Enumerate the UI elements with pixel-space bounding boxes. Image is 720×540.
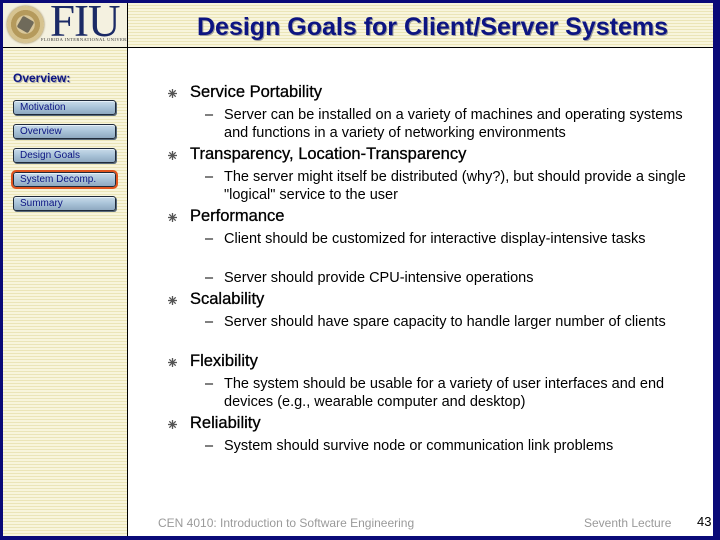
asterisk-bullet-icon — [168, 89, 177, 98]
asterisk-bullet-icon — [168, 296, 177, 305]
slide-content: Service Portability – Server can be inst… — [128, 48, 713, 536]
slide-frame: FIU FLORIDA INTERNATIONAL UNIVERSITY Des… — [0, 0, 720, 540]
fiu-logo: FIU FLORIDA INTERNATIONAL UNIVERSITY — [3, 3, 128, 47]
sidebar-item-system-decomp[interactable]: System Decomp. — [11, 170, 118, 189]
footer-course: CEN 4010: Introduction to Software Engin… — [158, 516, 415, 530]
dash-bullet-icon: – — [205, 438, 214, 454]
item-detail: System should survive node or communicat… — [224, 438, 614, 454]
dash-bullet-icon: – — [205, 169, 214, 185]
sidebar-item-overview[interactable]: Overview — [13, 124, 116, 139]
asterisk-bullet-icon — [168, 151, 177, 160]
item-detail: The server might itself be distributed (… — [224, 169, 686, 203]
item-detail: Server can be installed on a variety of … — [224, 107, 683, 141]
sidebar-item-summary[interactable]: Summary — [13, 196, 116, 211]
slide-title: Design Goals for Client/Server Systems — [196, 13, 668, 41]
sidebar-item-motivation[interactable]: Motivation — [13, 100, 116, 115]
item-heading: Scalability — [190, 290, 265, 308]
item-heading: Service Portability — [190, 83, 323, 101]
sidebar-item-design-goals[interactable]: Design Goals — [13, 148, 116, 163]
title-bar: Design Goals for Client/Server Systems — [128, 3, 713, 47]
item-heading: Reliability — [190, 414, 261, 432]
dash-bullet-icon: – — [205, 314, 214, 330]
item-detail: Server should provide CPU-intensive oper… — [224, 270, 534, 286]
asterisk-bullet-icon — [168, 420, 177, 429]
dash-bullet-icon: – — [205, 270, 214, 286]
slide-number: 43 — [697, 514, 712, 529]
sidebar-heading: Overview: — [13, 71, 71, 85]
item-heading: Performance — [190, 207, 285, 225]
logo-subtitle: FLORIDA INTERNATIONAL UNIVERSITY — [41, 37, 127, 42]
item-heading: Transparency, Location-Transparency — [190, 145, 467, 163]
item-detail: Client should be customized for interact… — [224, 231, 646, 247]
item-heading: Flexibility — [190, 352, 258, 370]
item-detail: The system should be usable for a variet… — [224, 376, 665, 410]
sidebar: Overview: Motivation Overview Design Goa… — [3, 48, 128, 536]
slide-header: FIU FLORIDA INTERNATIONAL UNIVERSITY Des… — [3, 3, 713, 48]
university-seal-icon — [7, 6, 44, 43]
footer-lecture: Seventh Lecture — [584, 516, 672, 530]
asterisk-bullet-icon — [168, 358, 177, 367]
dash-bullet-icon: – — [205, 376, 214, 392]
item-detail: Server should have spare capacity to han… — [224, 314, 666, 330]
dash-bullet-icon: – — [205, 231, 214, 247]
dash-bullet-icon: – — [205, 107, 214, 123]
asterisk-bullet-icon — [168, 213, 177, 222]
